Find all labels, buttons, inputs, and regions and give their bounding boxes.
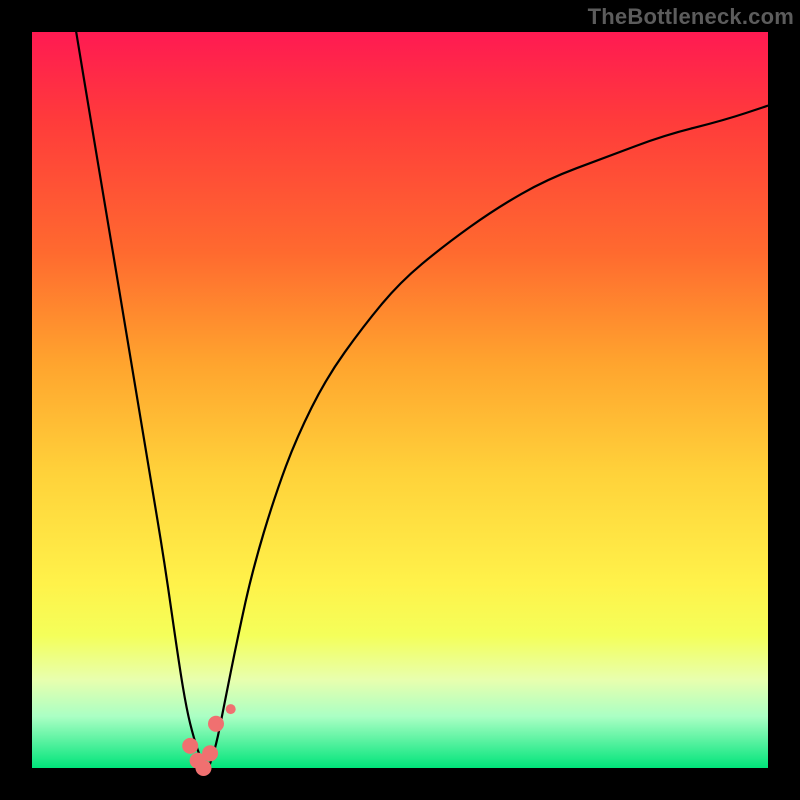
curve-left-branch (76, 32, 208, 768)
marker-2 (196, 760, 212, 776)
chart-plot-area (32, 32, 768, 768)
curve-right-branch (209, 106, 768, 768)
chart-svg (32, 32, 768, 768)
marker-3 (202, 745, 218, 761)
marker-5 (226, 704, 236, 714)
curve-group (76, 32, 768, 768)
marker-4 (208, 716, 224, 732)
chart-frame: TheBottleneck.com (0, 0, 800, 800)
attribution-text: TheBottleneck.com (588, 4, 794, 30)
marker-0 (182, 738, 198, 754)
marker-group (182, 704, 236, 776)
